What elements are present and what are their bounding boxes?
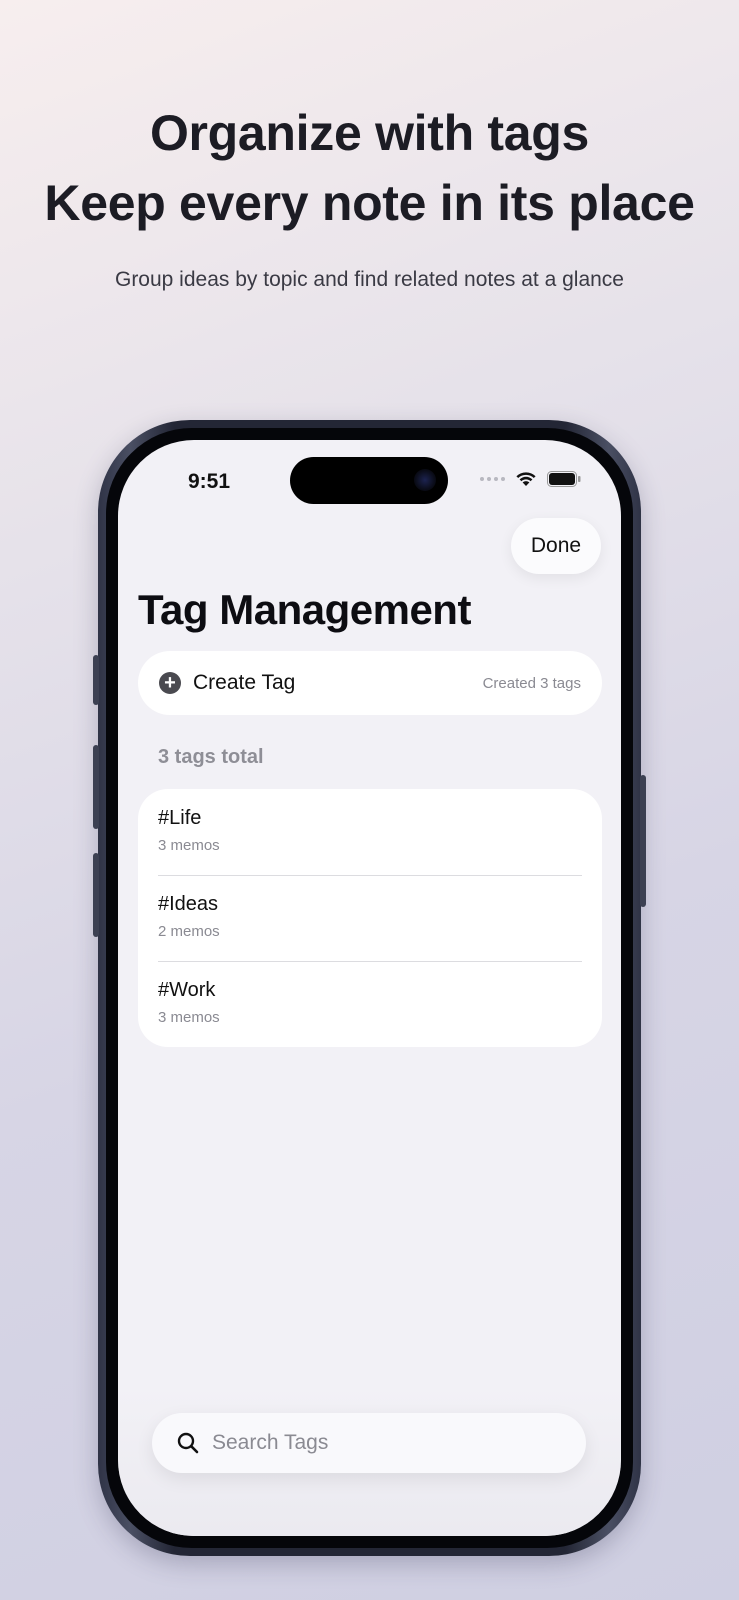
- cellular-signal-icon: [480, 476, 505, 481]
- status-icons: [480, 470, 581, 487]
- promo-headline: Organize with tags Keep every note in it…: [0, 98, 739, 238]
- tag-name: #Work: [158, 979, 216, 1001]
- plus-circle-icon: +: [159, 672, 181, 694]
- dynamic-island: [290, 457, 448, 504]
- tag-name: #Life: [158, 807, 202, 829]
- action-button: [93, 655, 99, 705]
- promo-headline-line-1: Organize with tags: [149, 105, 590, 161]
- done-button[interactable]: Done: [511, 518, 601, 574]
- phone-screen: 9:51 Done Tag Management + Create Tag Cr…: [118, 440, 621, 1536]
- tags-section-header: 3 tags total: [158, 746, 264, 768]
- battery-icon: [547, 470, 581, 487]
- wifi-icon: [516, 472, 536, 486]
- magnifier-icon: [177, 1432, 199, 1454]
- search-input[interactable]: [212, 1431, 562, 1455]
- create-tag-label: Create Tag: [193, 671, 296, 694]
- create-tag-row[interactable]: + Create Tag Created 3 tags: [138, 651, 602, 715]
- tag-name: #Ideas: [158, 893, 219, 915]
- power-button: [640, 775, 646, 907]
- volume-down-button: [93, 853, 99, 937]
- tag-row-ideas[interactable]: #Ideas 2 memos: [138, 875, 602, 961]
- page-title: Tag Management: [138, 586, 471, 633]
- volume-up-button: [93, 745, 99, 829]
- tag-memo-count: 2 memos: [158, 923, 220, 940]
- tag-memo-count: 3 memos: [158, 837, 220, 854]
- promo-headline-line-2: Keep every note in its place: [44, 175, 695, 231]
- promo-subheadline: Group ideas by topic and find related no…: [114, 268, 624, 291]
- front-camera-icon: [414, 469, 436, 491]
- search-bar[interactable]: [152, 1413, 586, 1473]
- tag-row-life[interactable]: #Life 3 memos: [138, 789, 602, 875]
- status-time: 9:51: [188, 470, 231, 493]
- tag-memo-count: 3 memos: [158, 1009, 220, 1026]
- tag-list: #Life 3 memos #Ideas 2 memos #Work 3 mem…: [138, 789, 602, 1047]
- created-tags-count: Created 3 tags: [482, 674, 581, 692]
- tag-row-work[interactable]: #Work 3 memos: [138, 961, 602, 1047]
